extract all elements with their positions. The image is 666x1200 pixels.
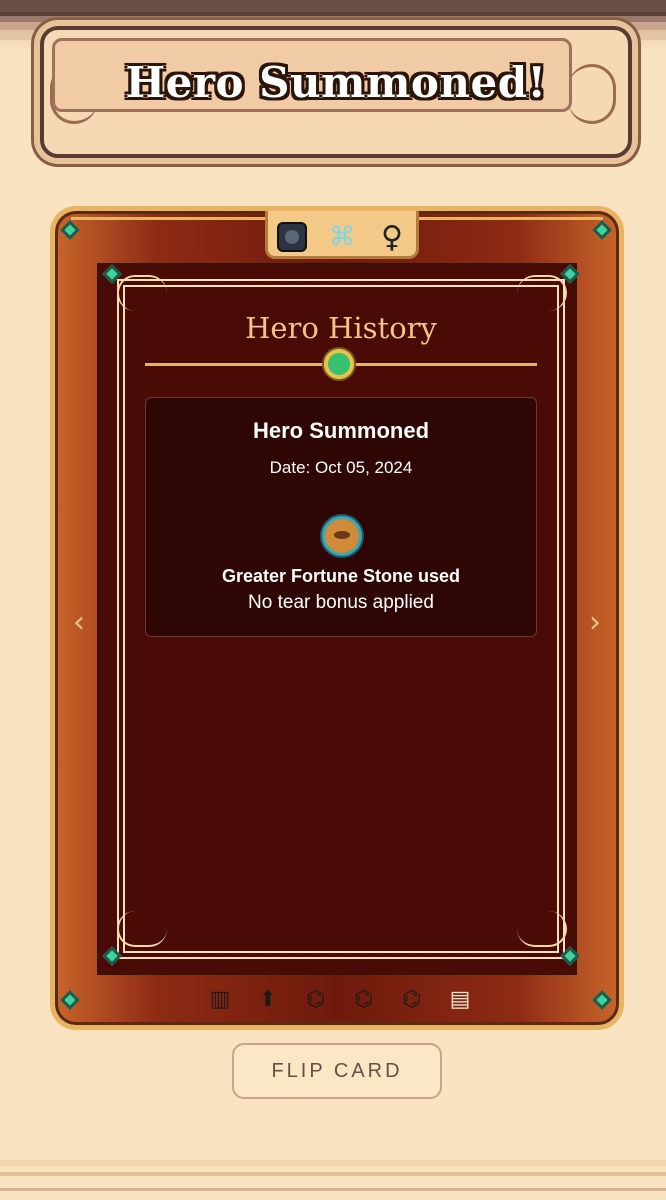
next-page-button[interactable]: › xyxy=(581,605,609,641)
section-title: Hero History xyxy=(245,311,437,345)
filigree-icon xyxy=(517,275,567,311)
card-tab-bar: ▥ ⬆ ⌬ ⌬ ⌬ ▤ xyxy=(205,979,475,1019)
divider-gem-icon xyxy=(324,349,354,379)
prev-page-button[interactable]: ‹ xyxy=(65,605,93,641)
level-up-icon[interactable]: ⬆ xyxy=(253,984,283,1014)
hero-class-icon xyxy=(277,222,307,252)
filigree-icon xyxy=(517,911,567,947)
history-entry: Hero Summoned Date: Oct 05, 2024 Greater… xyxy=(145,397,537,637)
corner-gem-icon xyxy=(60,990,80,1010)
page-title: Hero Summoned! xyxy=(125,58,547,107)
stats-icon[interactable]: ▥ xyxy=(205,984,235,1014)
entry-item-text: Greater Fortune Stone used xyxy=(221,566,461,586)
entry-date: Date: Oct 05, 2024 xyxy=(269,458,413,477)
genes-r1-icon[interactable]: ⌬ xyxy=(349,984,379,1014)
entry-bonus-text: No tear bonus applied xyxy=(248,592,434,613)
filigree-icon xyxy=(117,911,167,947)
corner-gem-icon xyxy=(592,990,612,1010)
hero-card: ⌘ ♀ Hero History Hero Summoned Date: Oct… xyxy=(50,206,624,1030)
genes-icon[interactable]: ⌬ xyxy=(301,984,331,1014)
bottom-decor-strip xyxy=(0,1160,666,1200)
filigree-icon xyxy=(117,275,167,311)
genes-r2-icon[interactable]: ⌬ xyxy=(397,984,427,1014)
fortune-stone-icon xyxy=(322,516,362,556)
card-top-icons: ⌘ ♀ xyxy=(277,219,407,255)
entry-title: Hero Summoned xyxy=(252,418,430,443)
flip-card-button[interactable]: FLIP CARD xyxy=(232,1043,442,1099)
female-icon: ♀ xyxy=(381,219,403,255)
scroll-icon[interactable]: ▤ xyxy=(445,984,475,1014)
dna-icon: ⌘ xyxy=(329,222,355,252)
